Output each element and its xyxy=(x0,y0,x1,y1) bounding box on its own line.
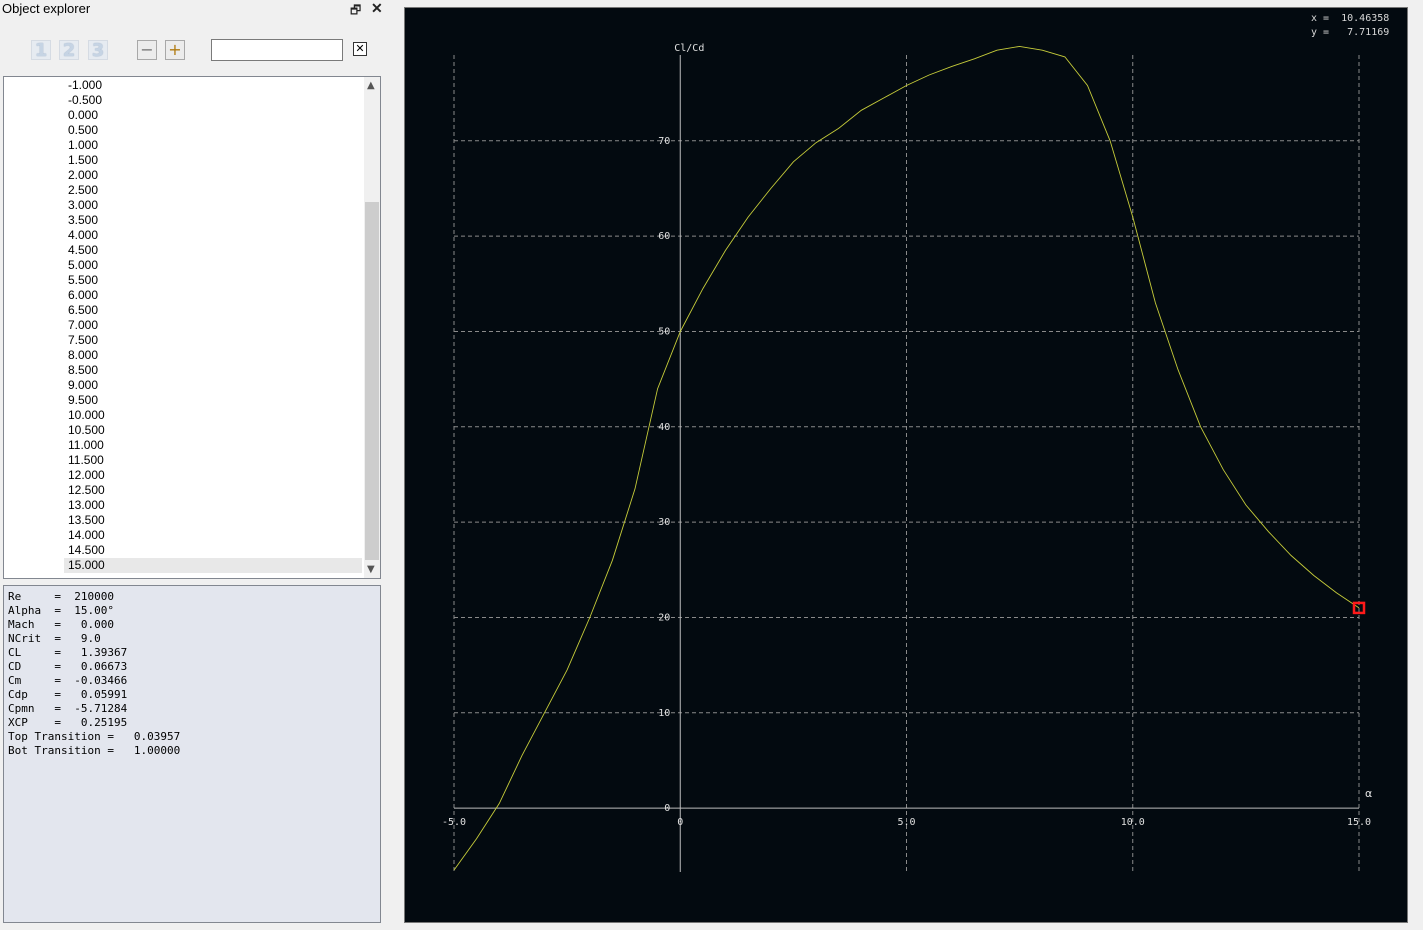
y-tick-label: 40 xyxy=(658,422,670,433)
clear-search-button[interactable]: ✕ xyxy=(353,42,367,56)
level-1-button[interactable]: 1 xyxy=(31,40,51,61)
list-item[interactable]: -1.000 xyxy=(4,78,364,93)
list-item[interactable]: 7.000 xyxy=(4,318,364,333)
y-tick-label: 50 xyxy=(658,326,670,337)
property-line: Mach = 0.000 xyxy=(8,618,114,631)
scroll-down-icon[interactable]: ▼ xyxy=(367,564,375,575)
list-item[interactable]: 10.000 xyxy=(4,408,364,423)
list-item[interactable]: 9.000 xyxy=(4,378,364,393)
list-item[interactable]: 12.000 xyxy=(4,468,364,483)
property-line: Top Transition = 0.03957 xyxy=(8,730,181,743)
close-icon[interactable]: ✕ xyxy=(371,0,383,17)
list-item[interactable]: 3.500 xyxy=(4,213,364,228)
list-item[interactable]: 12.500 xyxy=(4,483,364,498)
y-tick-label: 0 xyxy=(664,803,670,814)
x-tick-label: -5.0 xyxy=(442,817,466,828)
property-line: CL = 1.39367 xyxy=(8,646,128,659)
list-item[interactable]: 1.000 xyxy=(4,138,364,153)
x-tick-label: 5.0 xyxy=(897,817,915,828)
expand-button[interactable]: + xyxy=(165,40,185,60)
alpha-list[interactable]: -1.000 -0.500 0.000 0.500 1.000 1.500 2.000 2.5… xyxy=(3,76,381,579)
list-scrollbar[interactable]: ▲ ▼ xyxy=(364,77,380,578)
alpha-list-items: -1.000 -0.500 0.000 0.500 1.000 1.500 2.000 2.5… xyxy=(4,78,364,573)
restore-icon[interactable]: 🗗 xyxy=(350,1,361,22)
readout-y-value: 7.71169 xyxy=(1347,27,1390,38)
list-item[interactable]: 9.500 xyxy=(4,393,364,408)
list-item[interactable]: 2.500 xyxy=(4,183,364,198)
scroll-thumb[interactable] xyxy=(365,202,379,560)
list-item[interactable]: 1.500 xyxy=(4,153,364,168)
list-item[interactable]: 0.500 xyxy=(4,123,364,138)
object-explorer-dock: Object explorer 🗗 ✕ 1 2 3 − + ✕ -1.000 -0… xyxy=(0,0,390,930)
collapse-button[interactable]: − xyxy=(137,40,157,60)
scroll-up-icon[interactable]: ▲ xyxy=(367,80,375,91)
list-item[interactable]: 0.000 xyxy=(4,108,364,123)
property-line: Alpha = 15.00° xyxy=(8,604,114,617)
coordinate-readout: x = 10.46358 y = 7.71169 xyxy=(1311,12,1389,40)
list-item[interactable]: 13.000 xyxy=(4,498,364,513)
list-item[interactable]: 10.500 xyxy=(4,423,364,438)
list-item[interactable]: 6.500 xyxy=(4,303,364,318)
x-tick-label: 15.0 xyxy=(1347,817,1371,828)
y-axis-label: Cl/Cd xyxy=(674,43,704,54)
search-input[interactable] xyxy=(211,39,343,61)
polar-graph[interactable]: -5.0 0 5.0 10.0 15.0 0 10 20 30 40 50 60 70 Cl/Cd α x … xyxy=(404,7,1408,923)
list-item[interactable]: 6.000 xyxy=(4,288,364,303)
y-tick-label: 60 xyxy=(658,231,670,242)
readout-x-value: 10.46358 xyxy=(1341,13,1390,24)
list-item[interactable]: 4.500 xyxy=(4,243,364,258)
list-item[interactable]: 11.000 xyxy=(4,438,364,453)
level-2-button[interactable]: 2 xyxy=(59,40,79,61)
properties-text: Re = 210000 Alpha = 15.00° Mach = 0.000 … xyxy=(8,590,180,758)
property-line: XCP = 0.25195 xyxy=(8,716,128,729)
list-item[interactable]: 7.500 xyxy=(4,333,364,348)
level-3-button[interactable]: 3 xyxy=(88,40,108,61)
readout-y-label: y = xyxy=(1311,27,1330,38)
dock-title-bar: Object explorer 🗗 ✕ xyxy=(0,0,390,19)
x-axis-label: α xyxy=(1365,787,1372,800)
list-item[interactable]: 15.000 xyxy=(64,558,362,573)
y-tick-label: 70 xyxy=(658,136,670,147)
property-line: Bot Transition = 1.00000 xyxy=(8,744,181,757)
properties-panel: Re = 210000 Alpha = 15.00° Mach = 0.000 … xyxy=(3,585,381,923)
y-tick-label: 20 xyxy=(658,612,670,623)
y-tick-label: 30 xyxy=(658,517,670,528)
property-line: Cm = -0.03466 xyxy=(8,674,128,687)
list-item[interactable]: 8.500 xyxy=(4,363,364,378)
dock-title: Object explorer xyxy=(2,1,91,16)
x-tick-label: 0 xyxy=(677,817,683,828)
list-item[interactable]: -0.500 xyxy=(4,93,364,108)
property-line: Re = 210000 xyxy=(8,590,114,603)
property-line: CD = 0.06673 xyxy=(8,660,128,673)
list-item[interactable]: 3.000 xyxy=(4,198,364,213)
y-tick-label: 10 xyxy=(658,708,670,719)
list-item[interactable]: 8.000 xyxy=(4,348,364,363)
list-item[interactable]: 14.000 xyxy=(4,528,364,543)
list-item[interactable]: 14.500 xyxy=(4,543,364,558)
list-item[interactable]: 5.000 xyxy=(4,258,364,273)
cl-cd-chart: -5.0 0 5.0 10.0 15.0 0 10 20 30 40 50 60 70 Cl/Cd α xyxy=(442,43,1372,872)
readout-x-label: x = xyxy=(1311,13,1330,24)
property-line: Cdp = 0.05991 xyxy=(8,688,128,701)
list-item[interactable]: 11.500 xyxy=(4,453,364,468)
list-item[interactable]: 5.500 xyxy=(4,273,364,288)
property-line: Cpmn = -5.71284 xyxy=(8,702,128,715)
list-item[interactable]: 4.000 xyxy=(4,228,364,243)
list-item[interactable]: 13.500 xyxy=(4,513,364,528)
property-line: NCrit = 9.0 xyxy=(8,632,101,645)
list-item[interactable]: 2.000 xyxy=(4,168,364,183)
x-tick-label: 10.0 xyxy=(1121,817,1145,828)
